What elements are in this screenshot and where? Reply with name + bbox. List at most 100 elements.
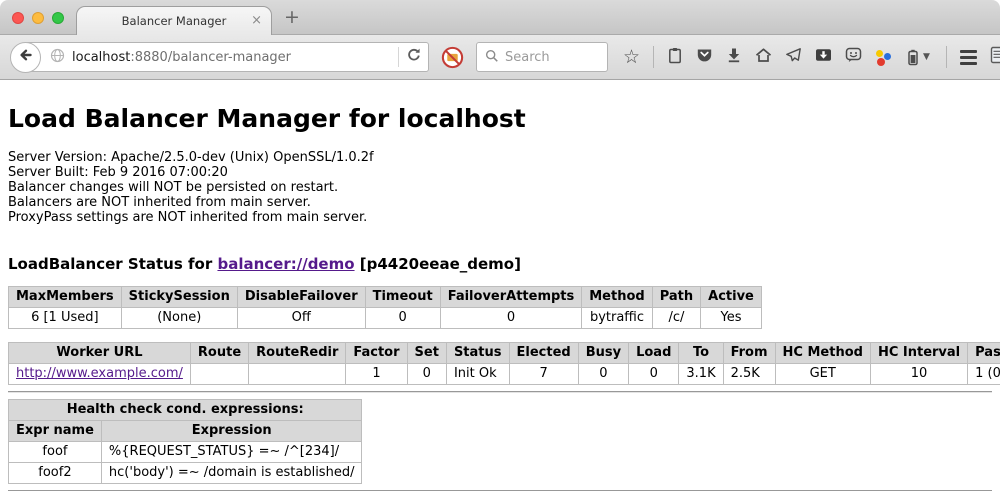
tab-balancer-manager[interactable]: Balancer Manager × <box>76 6 272 35</box>
table-cell: 0 <box>578 364 628 385</box>
column-header: Route <box>190 343 248 364</box>
colored-dots-addon-icon[interactable] <box>875 49 892 66</box>
url-host: localhost <box>72 50 130 65</box>
server-built-line: Server Built: Feb 9 2016 07:00:20 <box>8 165 992 180</box>
column-header: Status <box>446 343 509 364</box>
tab-close-icon[interactable]: × <box>251 13 262 28</box>
column-header: Busy <box>578 343 628 364</box>
balancer-params-table: MaxMembersStickySessionDisableFailoverTi… <box>8 286 762 329</box>
new-tab-button[interactable]: + <box>284 6 300 28</box>
url-text: localhost:8880/balancer-manager <box>72 50 391 65</box>
reload-icon[interactable] <box>406 47 422 67</box>
grid-notes-icon[interactable] <box>990 46 1000 68</box>
back-arrow-icon <box>18 47 34 67</box>
table-cell: foof2 <box>9 463 102 484</box>
column-header: Expr name <box>9 421 102 442</box>
minimize-window-button[interactable] <box>32 12 44 24</box>
table-row: 6 [1 Used](None)Off00bytraffic/c/Yes <box>9 308 762 329</box>
column-header: Factor <box>346 343 407 364</box>
browser-window: Balancer Manager × + localhost:8880/bala… <box>0 0 1000 491</box>
home-icon[interactable] <box>755 47 772 67</box>
column-header: RouteRedir <box>249 343 346 364</box>
column-header: MaxMembers <box>9 287 122 308</box>
flash-block-icon[interactable] <box>441 46 464 69</box>
send-plane-icon[interactable] <box>785 47 802 67</box>
video-download-helper-icon[interactable] <box>815 47 832 67</box>
close-window-button[interactable] <box>12 12 24 24</box>
column-header: HC Method <box>775 343 870 364</box>
hamburger-menu-icon[interactable] <box>960 50 977 65</box>
search-input[interactable]: Search <box>476 42 608 72</box>
table-cell: Off <box>237 308 365 329</box>
server-version-line: Server Version: Apache/2.5.0-dev (Unix) … <box>8 150 992 165</box>
table-cell: (None) <box>121 308 237 329</box>
search-placeholder: Search <box>505 50 550 65</box>
table-cell: 0 <box>365 308 440 329</box>
bookmark-star-icon[interactable]: ☆ <box>623 48 640 67</box>
table-cell: /c/ <box>652 308 700 329</box>
status-heading: LoadBalancer Status for balancer://demo … <box>8 255 992 273</box>
table-cell: http://www.example.com/ <box>9 364 191 385</box>
clipboard-icon[interactable] <box>667 47 683 68</box>
section-divider <box>8 391 992 393</box>
column-header: Set <box>407 343 446 364</box>
table-cell: 1 (0) <box>968 364 1000 385</box>
table-cell: foof <box>9 442 102 463</box>
worker-url-link[interactable]: http://www.example.com/ <box>16 366 183 381</box>
navigation-toolbar: localhost:8880/balancer-manager Search ☆ <box>0 35 1000 80</box>
url-path: :8880/balancer-manager <box>130 50 291 65</box>
toolbar-separator <box>946 46 947 68</box>
column-header: Method <box>582 287 652 308</box>
column-header: Timeout <box>365 287 440 308</box>
window-controls <box>12 12 64 24</box>
column-header: HC Interval <box>870 343 967 364</box>
chevron-down-icon[interactable]: ▼ <box>923 52 930 62</box>
table-cell: Yes <box>701 308 762 329</box>
persist-notice-line: Balancer changes will NOT be persisted o… <box>8 180 992 195</box>
table-cell: bytraffic <box>582 308 652 329</box>
proxypass-notice-line: ProxyPass settings are NOT inherited fro… <box>8 210 992 225</box>
column-header: FailoverAttempts <box>440 287 582 308</box>
column-header: DisableFailover <box>237 287 365 308</box>
table-cell <box>190 364 248 385</box>
column-header: Expression <box>101 421 362 442</box>
column-header: From <box>723 343 775 364</box>
back-button[interactable] <box>10 42 41 73</box>
table-cell: 0 <box>440 308 582 329</box>
column-header: Active <box>701 287 762 308</box>
table-cell: hc('body') =~ /domain is established/ <box>101 463 362 484</box>
table-cell: 3.1K <box>679 364 723 385</box>
status-heading-prefix: LoadBalancer Status for <box>8 255 212 273</box>
table-cell: 1 <box>346 364 407 385</box>
inherit-notice-line: Balancers are NOT inherited from main se… <box>8 195 992 210</box>
url-input[interactable]: localhost:8880/balancer-manager <box>25 42 429 72</box>
table-cell: 2.5K <box>723 364 775 385</box>
smiley-bubble-icon[interactable] <box>845 47 862 67</box>
table-cell: 0 <box>407 364 446 385</box>
urlbar-divider <box>398 47 399 67</box>
table-cell: GET <box>775 364 870 385</box>
menu-group <box>946 46 1000 68</box>
tab-bar: Balancer Manager × + <box>0 0 1000 35</box>
column-header: Path <box>652 287 700 308</box>
column-header: Elected <box>509 343 578 364</box>
worker-table: Worker URLRouteRouteRedirFactorSetStatus… <box>8 342 1000 385</box>
fullscreen-window-button[interactable] <box>52 12 64 24</box>
table-cell: 6 [1 Used] <box>9 308 122 329</box>
search-icon <box>485 48 499 67</box>
downloads-icon[interactable] <box>726 47 742 67</box>
toolbar-separator <box>653 46 654 68</box>
page-content: Load Balancer Manager for localhost Serv… <box>0 80 1000 490</box>
column-header: Passes <box>968 343 1000 364</box>
table-row: foof%{REQUEST_STATUS} =~ /^[234]/ <box>9 442 362 463</box>
table-caption: Health check cond. expressions: <box>9 400 362 421</box>
table-cell: Init Ok <box>446 364 509 385</box>
table-row: foof2hc('body') =~ /domain is establishe… <box>9 463 362 484</box>
battery-addon-icon[interactable]: ▼ <box>905 49 930 66</box>
balancer-link[interactable]: balancer://demo <box>217 255 354 273</box>
pocket-icon[interactable] <box>696 47 713 67</box>
toolbar-icons: ☆ <box>623 46 930 68</box>
health-check-table: Health check cond. expressions:Expr name… <box>8 399 362 484</box>
status-heading-suffix: [p4420eeae_demo] <box>360 255 521 273</box>
server-info: Server Version: Apache/2.5.0-dev (Unix) … <box>8 150 992 225</box>
